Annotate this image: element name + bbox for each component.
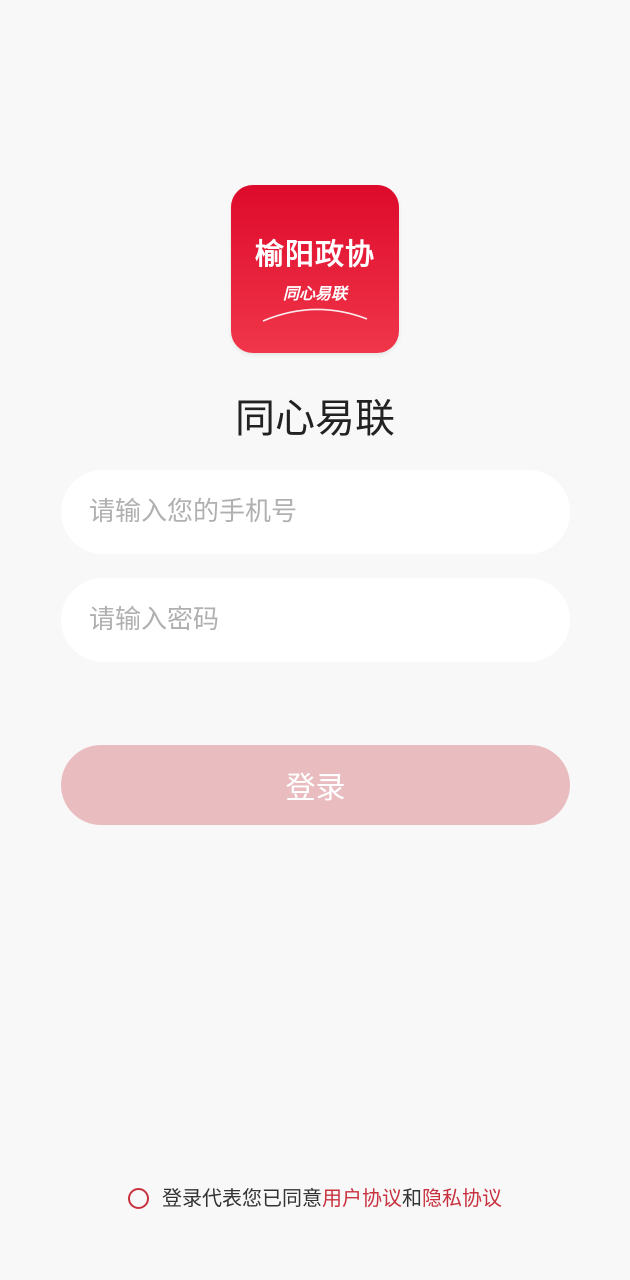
logo-sub-text: 同心易联: [282, 284, 347, 303]
password-input[interactable]: [87, 604, 570, 636]
login-button[interactable]: 登录: [61, 745, 570, 825]
app-title: 同心易联: [235, 396, 395, 442]
app-logo: 榆阳政协 同心易联: [231, 185, 399, 353]
agreement-prefix: 登录代表您已同意: [162, 1186, 322, 1210]
agreement-row: 登录代表您已同意 用户协议和隐私协议: [0, 1184, 630, 1212]
privacy-agreement-link[interactable]: 隐私协议: [422, 1184, 502, 1212]
logo-arc-decoration: [262, 308, 368, 322]
agreement-conjunction: 和: [402, 1186, 422, 1210]
password-field[interactable]: [61, 578, 570, 662]
phone-field[interactable]: [61, 470, 570, 554]
logo-main-text: 榆阳政协: [254, 237, 375, 271]
phone-input[interactable]: [87, 496, 570, 528]
user-agreement-link[interactable]: 用户协议: [322, 1184, 402, 1212]
agreement-radio[interactable]: [128, 1187, 149, 1209]
